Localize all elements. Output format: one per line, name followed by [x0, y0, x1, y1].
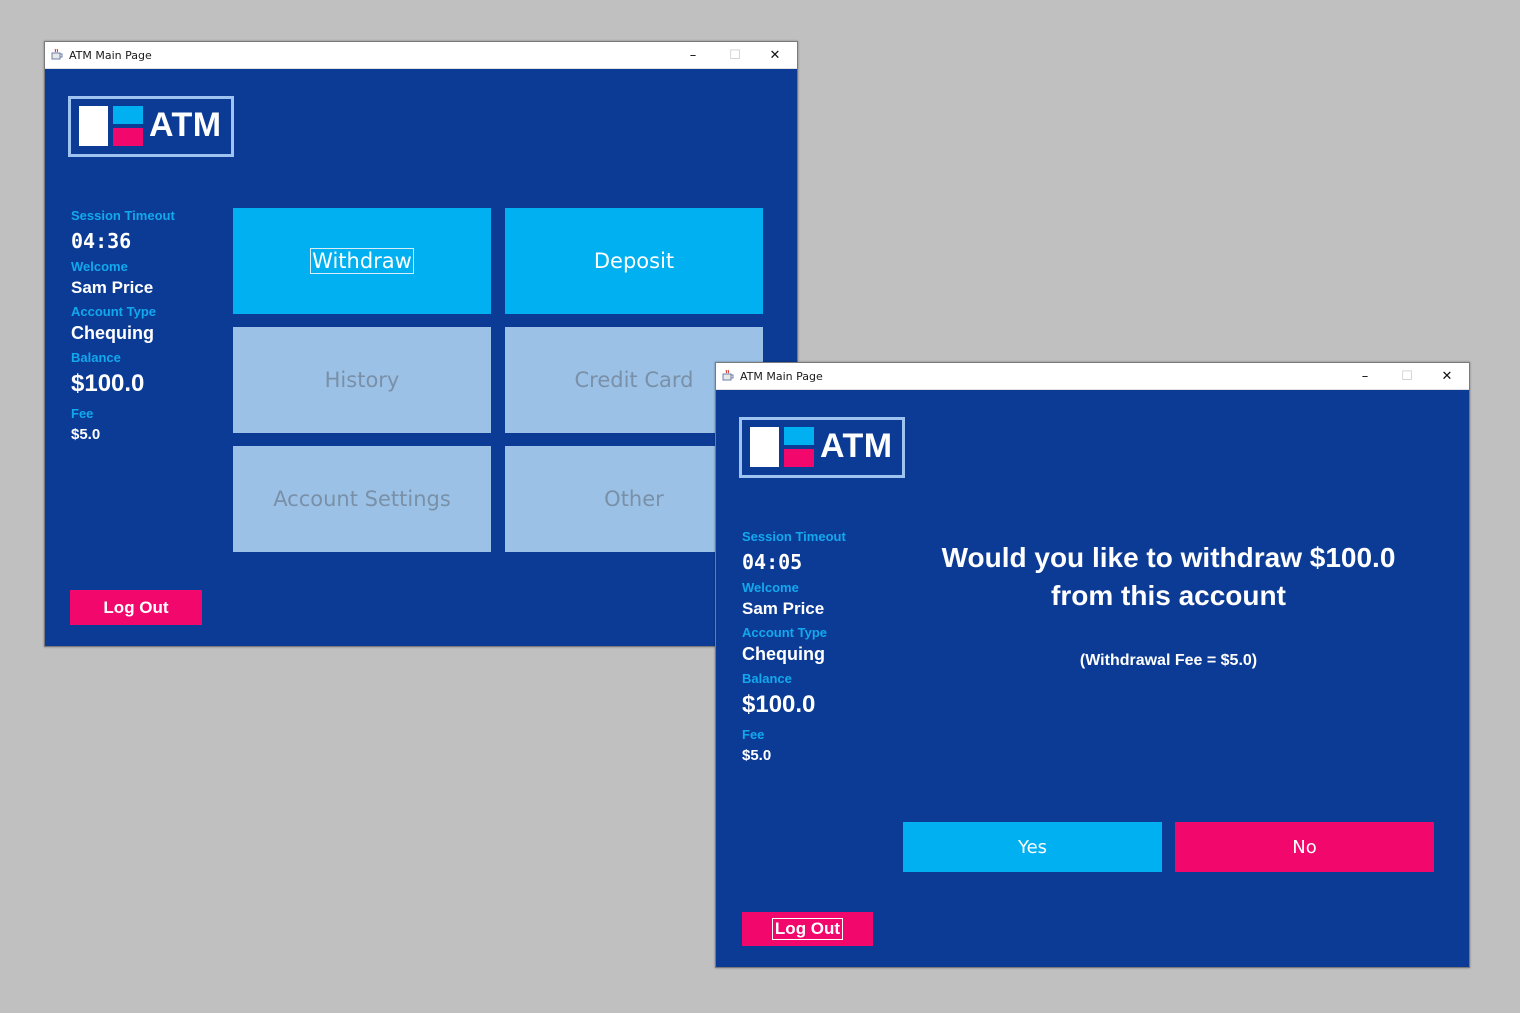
account-type-label: Account Type — [71, 304, 156, 319]
withdraw-question: Would you like to withdraw $100.0 from t… — [896, 539, 1441, 615]
balance-label: Balance — [71, 350, 121, 365]
logo-text: ATM — [149, 106, 222, 144]
history-button-label: History — [324, 368, 400, 392]
java-cup-icon — [722, 369, 734, 381]
fee-value: $5.0 — [71, 426, 101, 443]
history-button[interactable]: History — [233, 327, 491, 433]
logo-white-block — [79, 106, 108, 146]
window-title: ATM Main Page — [740, 370, 823, 383]
logout-button[interactable]: Log Out — [70, 590, 202, 625]
session-timeout-value: 04:05 — [742, 550, 803, 574]
maximize-icon[interactable]: ☐ — [715, 42, 755, 68]
welcome-value: Sam Price — [71, 278, 154, 297]
balance-label: Balance — [742, 671, 792, 686]
maximize-icon[interactable]: ☐ — [1387, 363, 1427, 389]
close-icon[interactable]: ✕ — [755, 42, 795, 68]
account-settings-button[interactable]: Account Settings — [233, 446, 491, 552]
title-bar[interactable]: ATM Main Page – ☐ ✕ — [45, 42, 797, 69]
minimize-icon[interactable]: – — [1345, 363, 1385, 389]
account-type-value: Chequing — [71, 323, 154, 343]
withdraw-button[interactable]: Withdraw — [233, 208, 491, 314]
logo-pink-block — [113, 128, 143, 146]
minimize-icon[interactable]: – — [673, 42, 713, 68]
atm-confirm-window: ATM Main Page – ☐ ✕ ATM Session Timeout … — [715, 362, 1470, 968]
fee-value: $5.0 — [742, 747, 772, 764]
logout-button-label: Log Out — [771, 918, 844, 940]
credit-card-button-label: Credit Card — [574, 368, 694, 392]
yes-button[interactable]: Yes — [903, 822, 1162, 872]
session-timeout-label: Session Timeout — [71, 208, 175, 223]
no-button[interactable]: No — [1175, 822, 1434, 872]
java-cup-icon — [51, 48, 63, 60]
close-icon[interactable]: ✕ — [1427, 363, 1467, 389]
session-timeout-label: Session Timeout — [742, 529, 846, 544]
welcome-label: Welcome — [742, 580, 799, 595]
deposit-button-label: Deposit — [593, 249, 675, 273]
balance-value: $100.0 — [71, 370, 145, 397]
account-settings-button-label: Account Settings — [273, 487, 451, 511]
title-bar[interactable]: ATM Main Page – ☐ ✕ — [716, 363, 1469, 390]
withdraw-button-label: Withdraw — [310, 248, 414, 274]
logo-pink-block — [784, 449, 814, 467]
logo-text: ATM — [820, 427, 893, 465]
welcome-label: Welcome — [71, 259, 128, 274]
logo-white-block — [750, 427, 779, 467]
account-type-value: Chequing — [742, 644, 825, 664]
balance-value: $100.0 — [742, 691, 816, 718]
account-type-label: Account Type — [742, 625, 827, 640]
withdraw-question-line2: from this account — [1051, 580, 1286, 611]
withdraw-question-line1: Would you like to withdraw $100.0 — [941, 542, 1396, 573]
session-timeout-value: 04:36 — [71, 229, 132, 253]
logo-blue-block — [113, 106, 143, 124]
yes-button-label: Yes — [1017, 836, 1048, 858]
atm-main-window: ATM Main Page – ☐ ✕ ATM Session Timeout … — [44, 41, 798, 647]
deposit-button[interactable]: Deposit — [505, 208, 763, 314]
logout-button-label: Log Out — [103, 597, 169, 617]
fee-label: Fee — [742, 727, 765, 742]
welcome-value: Sam Price — [742, 599, 825, 618]
logo-blue-block — [784, 427, 814, 445]
window-title: ATM Main Page — [69, 49, 152, 62]
no-button-label: No — [1292, 836, 1317, 858]
atm-logo: ATM — [68, 96, 234, 157]
fee-label: Fee — [71, 406, 94, 421]
atm-logo: ATM — [739, 417, 905, 478]
withdrawal-fee-note: (Withdrawal Fee = $5.0) — [1079, 652, 1258, 669]
logout-button[interactable]: Log Out — [742, 912, 873, 946]
other-button-label: Other — [604, 487, 664, 511]
